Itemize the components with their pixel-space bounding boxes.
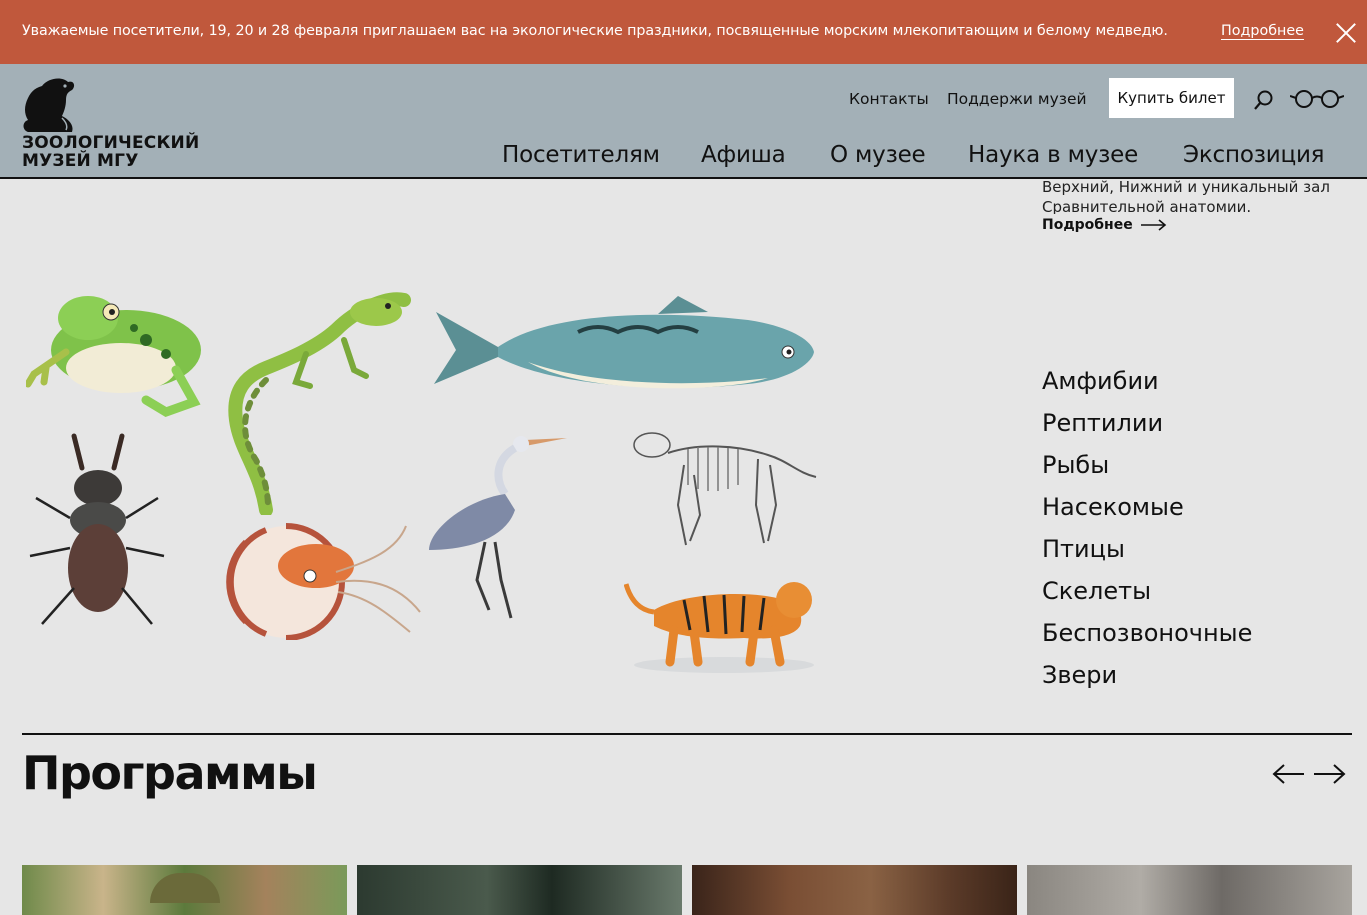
skeleton-illustration[interactable]: [628, 425, 818, 549]
intro-text: Верхний, Нижний и уникальный зал Сравнит…: [1042, 178, 1330, 214]
banner-more-link[interactable]: Подробнее: [1221, 23, 1304, 39]
category-mammals[interactable]: Звери: [1042, 658, 1252, 700]
support-museum-link[interactable]: Поддержи музей: [947, 90, 1087, 108]
program-card-2[interactable]: [357, 865, 682, 915]
site-header: ЗООЛОГИЧЕСКИЙ МУЗЕЙ МГУ Контакты Поддерж…: [0, 64, 1367, 179]
announcement-banner: Уважаемые посетители, 19, 20 и 28 феврал…: [0, 0, 1367, 64]
card-1-image-detail: [150, 873, 220, 903]
program-card-3[interactable]: [692, 865, 1017, 915]
nautilus-illustration[interactable]: [226, 522, 421, 640]
buy-ticket-button[interactable]: Купить билет: [1109, 78, 1234, 118]
category-birds[interactable]: Птицы: [1042, 532, 1252, 574]
banner-text: Уважаемые посетители, 19, 20 и 28 феврал…: [22, 23, 1168, 39]
nav-science[interactable]: Наука в музее: [968, 142, 1138, 168]
logo-line-2: МУЗЕЙ МГУ: [22, 151, 139, 171]
category-fish[interactable]: Рыбы: [1042, 448, 1252, 490]
nav-about[interactable]: О музее: [830, 142, 926, 168]
heron-illustration[interactable]: [425, 430, 570, 622]
arrow-right-icon[interactable]: [1312, 762, 1346, 786]
frog-illustration[interactable]: [26, 290, 218, 420]
arrow-right-icon: [1140, 219, 1166, 231]
nav-exposition[interactable]: Экспозиция: [1183, 142, 1325, 168]
category-insects[interactable]: Насекомые: [1042, 490, 1252, 532]
category-reptiles[interactable]: Рептилии: [1042, 406, 1252, 448]
nav-events[interactable]: Афиша: [701, 142, 786, 168]
intro-more-label: Подробнее: [1042, 217, 1133, 233]
glasses-icon[interactable]: [1290, 88, 1344, 110]
beaver-logo-icon: [23, 78, 75, 132]
fish-illustration[interactable]: [428, 292, 816, 402]
program-card-4[interactable]: [1027, 865, 1352, 915]
beetle-illustration[interactable]: [26, 428, 168, 634]
category-skeletons[interactable]: Скелеты: [1042, 574, 1252, 616]
intro-more-link[interactable]: Подробнее: [1042, 217, 1167, 233]
category-list: Амфибии Рептилии Рыбы Насекомые Птицы Ск…: [1042, 364, 1252, 700]
search-icon[interactable]: [1254, 90, 1274, 110]
contacts-link[interactable]: Контакты: [849, 90, 929, 108]
programs-title: Программы: [22, 746, 318, 800]
nav-visitors[interactable]: Посетителям: [502, 142, 660, 168]
category-invertebrates[interactable]: Беспозвоночные: [1042, 616, 1252, 658]
close-icon[interactable]: [1335, 22, 1357, 44]
category-amphibians[interactable]: Амфибии: [1042, 364, 1252, 406]
iguana-illustration[interactable]: [226, 290, 418, 515]
program-card-1[interactable]: [22, 865, 347, 915]
section-divider: [22, 733, 1352, 735]
tiger-illustration[interactable]: [624, 570, 824, 674]
logo-text: ЗООЛОГИЧЕСКИЙ МУЗЕЙ МГУ: [22, 134, 199, 170]
site-logo[interactable]: ЗООЛОГИЧЕСКИЙ МУЗЕЙ МГУ: [22, 76, 212, 172]
arrow-left-icon[interactable]: [1272, 762, 1306, 786]
logo-line-1: ЗООЛОГИЧЕСКИЙ: [22, 133, 200, 153]
